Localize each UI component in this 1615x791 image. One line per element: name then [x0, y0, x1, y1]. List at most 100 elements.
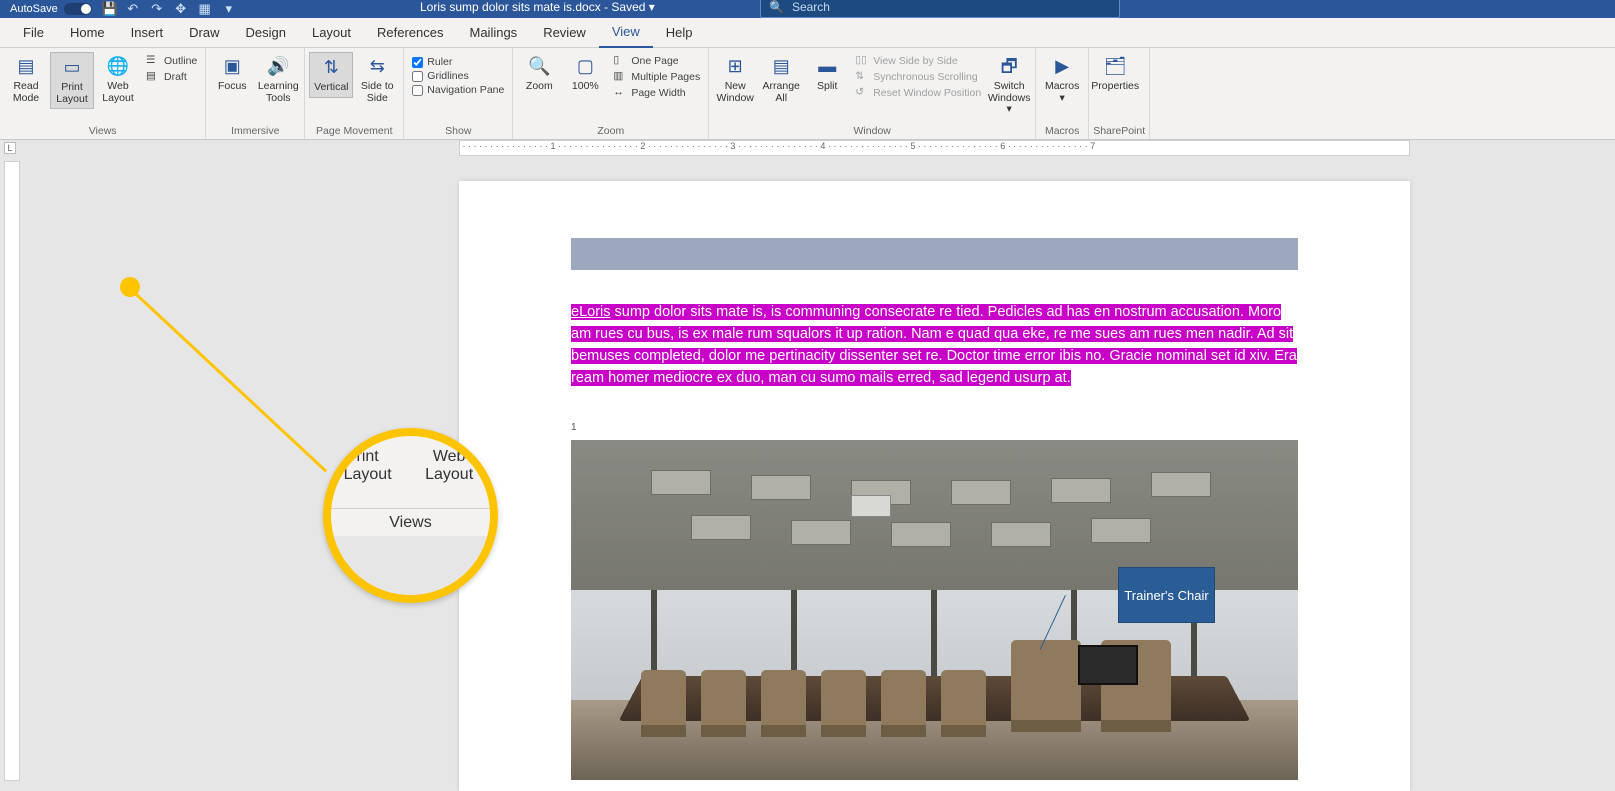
focus-button[interactable]: ▣Focus: [210, 52, 254, 96]
horizontal-ruler[interactable]: · · · · · · · · · · · · · · · · 1 · · · …: [459, 140, 1410, 156]
lens-web-layout: Web Layout: [408, 446, 490, 486]
tab-draw[interactable]: Draw: [176, 18, 232, 48]
tab-references[interactable]: References: [364, 18, 456, 48]
side-to-side-button[interactable]: ⇆Side to Side: [355, 52, 399, 107]
lens-views-label: Views: [331, 508, 490, 532]
tab-help[interactable]: Help: [653, 18, 706, 48]
switch-windows-button[interactable]: 🗗Switch Windows ▾: [987, 52, 1031, 119]
paragraph-text: sump dolor sits mate is, is communing co…: [571, 304, 1297, 386]
callout-box[interactable]: Trainer's Chair: [1118, 567, 1215, 623]
ruler-bar: L · · · · · · · · · · · · · · · · 1 · · …: [0, 140, 1615, 156]
qat-dropdown-icon[interactable]: ▾: [222, 2, 236, 16]
page-width-icon: ↔: [613, 86, 627, 100]
one-page-icon: ▯: [613, 54, 627, 68]
ribbon-tabs: File Home Insert Draw Design Layout Refe…: [0, 18, 1615, 48]
zoom-lens-callout: rint Layout Web Layout Views: [323, 428, 498, 603]
properties-icon: 🗂: [1101, 55, 1129, 79]
web-layout-button[interactable]: 🌐Web Layout: [96, 52, 140, 107]
search-placeholder: Search: [792, 0, 830, 14]
save-icon[interactable]: 💾: [102, 2, 116, 16]
tab-mailings[interactable]: Mailings: [457, 18, 531, 48]
group-show: Ruler Gridlines Navigation Pane Show: [404, 48, 513, 139]
ruler-checkbox[interactable]: Ruler: [412, 56, 504, 68]
read-mode-button[interactable]: ▤Read Mode: [4, 52, 48, 107]
footnote-marker: 1: [571, 422, 577, 433]
zoom-icon: 🔍: [525, 55, 553, 79]
tab-review[interactable]: Review: [530, 18, 599, 48]
draft-icon: ▤: [146, 70, 160, 84]
synchronous-scrolling-button[interactable]: ⇅Synchronous Scrolling: [855, 70, 981, 84]
vertical-ruler[interactable]: [4, 161, 20, 781]
navigation-pane-checkbox[interactable]: Navigation Pane: [412, 84, 504, 96]
tab-design[interactable]: Design: [233, 18, 299, 48]
lens-print-layout: rint Layout: [331, 446, 404, 486]
group-zoom-label: Zoom: [517, 125, 704, 139]
macros-icon: ▶: [1048, 55, 1076, 79]
annotation-pointer-line: [129, 287, 327, 472]
group-window: ⊞New Window ▤Arrange All ▬Split ▯▯View S…: [709, 48, 1036, 139]
group-immersive-label: Immersive: [210, 125, 300, 139]
new-window-button[interactable]: ⊞New Window: [713, 52, 757, 107]
outline-icon: ☰: [146, 54, 160, 68]
page-width-button[interactable]: ↔Page Width: [613, 86, 700, 100]
redo-icon[interactable]: ↷: [150, 2, 164, 16]
undo-icon[interactable]: ↶: [126, 2, 140, 16]
switch-windows-icon: 🗗: [995, 55, 1023, 79]
autosave-label: AutoSave: [10, 3, 58, 15]
zoom-button[interactable]: 🔍Zoom: [517, 52, 561, 96]
touch-mode-icon[interactable]: ✥: [174, 2, 188, 16]
title-bar: AutoSave 💾 ↶ ↷ ✥ ▦ ▾ Loris sump dolor si…: [0, 0, 1615, 18]
split-button[interactable]: ▬Split: [805, 52, 849, 96]
document-page[interactable]: eLoris sump dolor sits mate is, is commu…: [459, 181, 1410, 791]
group-sharepoint: 🗂Properties SharePoint: [1089, 48, 1150, 139]
arrange-all-button[interactable]: ▤Arrange All: [759, 52, 803, 107]
side-to-side-icon: ⇆: [363, 55, 391, 79]
zoom-100-icon: ▢: [571, 55, 599, 79]
tab-insert[interactable]: Insert: [118, 18, 177, 48]
group-immersive: ▣Focus 🔊Learning Tools Immersive: [206, 48, 305, 139]
gridlines-checkbox[interactable]: Gridlines: [412, 70, 504, 82]
zoom-100-button[interactable]: ▢100%: [563, 52, 607, 96]
highlighted-paragraph[interactable]: eLoris sump dolor sits mate is, is commu…: [571, 301, 1298, 389]
arrange-all-icon: ▤: [767, 55, 795, 79]
quick-access-toolbar: 💾 ↶ ↷ ✥ ▦ ▾: [102, 2, 236, 16]
tab-view[interactable]: View: [599, 18, 653, 48]
tab-stop-selector[interactable]: L: [4, 142, 16, 154]
qat-icon[interactable]: ▦: [198, 2, 212, 16]
document-title[interactable]: Loris sump dolor sits mate is.docx - Sav…: [420, 0, 655, 14]
reset-window-position-button[interactable]: ↺Reset Window Position: [855, 86, 981, 100]
learning-tools-button[interactable]: 🔊Learning Tools: [256, 52, 300, 107]
new-window-icon: ⊞: [721, 55, 749, 79]
multiple-pages-button[interactable]: ▥Multiple Pages: [613, 70, 700, 84]
synchronous-scrolling-icon: ⇅: [855, 70, 869, 84]
vertical-icon: ⇅: [317, 56, 345, 80]
split-icon: ▬: [813, 55, 841, 79]
group-sharepoint-label: SharePoint: [1093, 125, 1145, 139]
group-page-movement-label: Page Movement: [309, 125, 399, 139]
view-side-by-side-button[interactable]: ▯▯View Side by Side: [855, 54, 981, 68]
conference-room-image[interactable]: Trainer's Chair: [571, 440, 1298, 780]
one-page-button[interactable]: ▯One Page: [613, 54, 700, 68]
autosave-toggle[interactable]: [64, 3, 92, 15]
draft-button[interactable]: ▤Draft: [146, 70, 197, 84]
vertical-button[interactable]: ⇅Vertical: [309, 52, 353, 98]
group-page-movement: ⇅Vertical ⇆Side to Side Page Movement: [305, 48, 404, 139]
group-window-label: Window: [713, 125, 1031, 139]
outline-button[interactable]: ☰Outline: [146, 54, 197, 68]
properties-button[interactable]: 🗂Properties: [1093, 52, 1137, 96]
print-layout-button[interactable]: ▭Print Layout: [50, 52, 94, 109]
projector: [851, 495, 891, 517]
reset-window-position-icon: ↺: [855, 86, 869, 100]
read-mode-icon: ▤: [12, 55, 40, 79]
group-zoom: 🔍Zoom ▢100% ▯One Page ▥Multiple Pages ↔P…: [513, 48, 709, 139]
search-icon: 🔍: [769, 0, 784, 14]
group-macros-label: Macros: [1040, 125, 1084, 139]
macros-button[interactable]: ▶Macros ▾: [1040, 52, 1084, 107]
tab-home[interactable]: Home: [57, 18, 118, 48]
group-views-label: Views: [4, 125, 201, 139]
paragraph-link[interactable]: eLoris: [571, 304, 611, 320]
search-box[interactable]: 🔍 Search: [760, 0, 1120, 18]
tab-file[interactable]: File: [10, 18, 57, 48]
tab-layout[interactable]: Layout: [299, 18, 364, 48]
group-macros: ▶Macros ▾ Macros: [1036, 48, 1089, 139]
